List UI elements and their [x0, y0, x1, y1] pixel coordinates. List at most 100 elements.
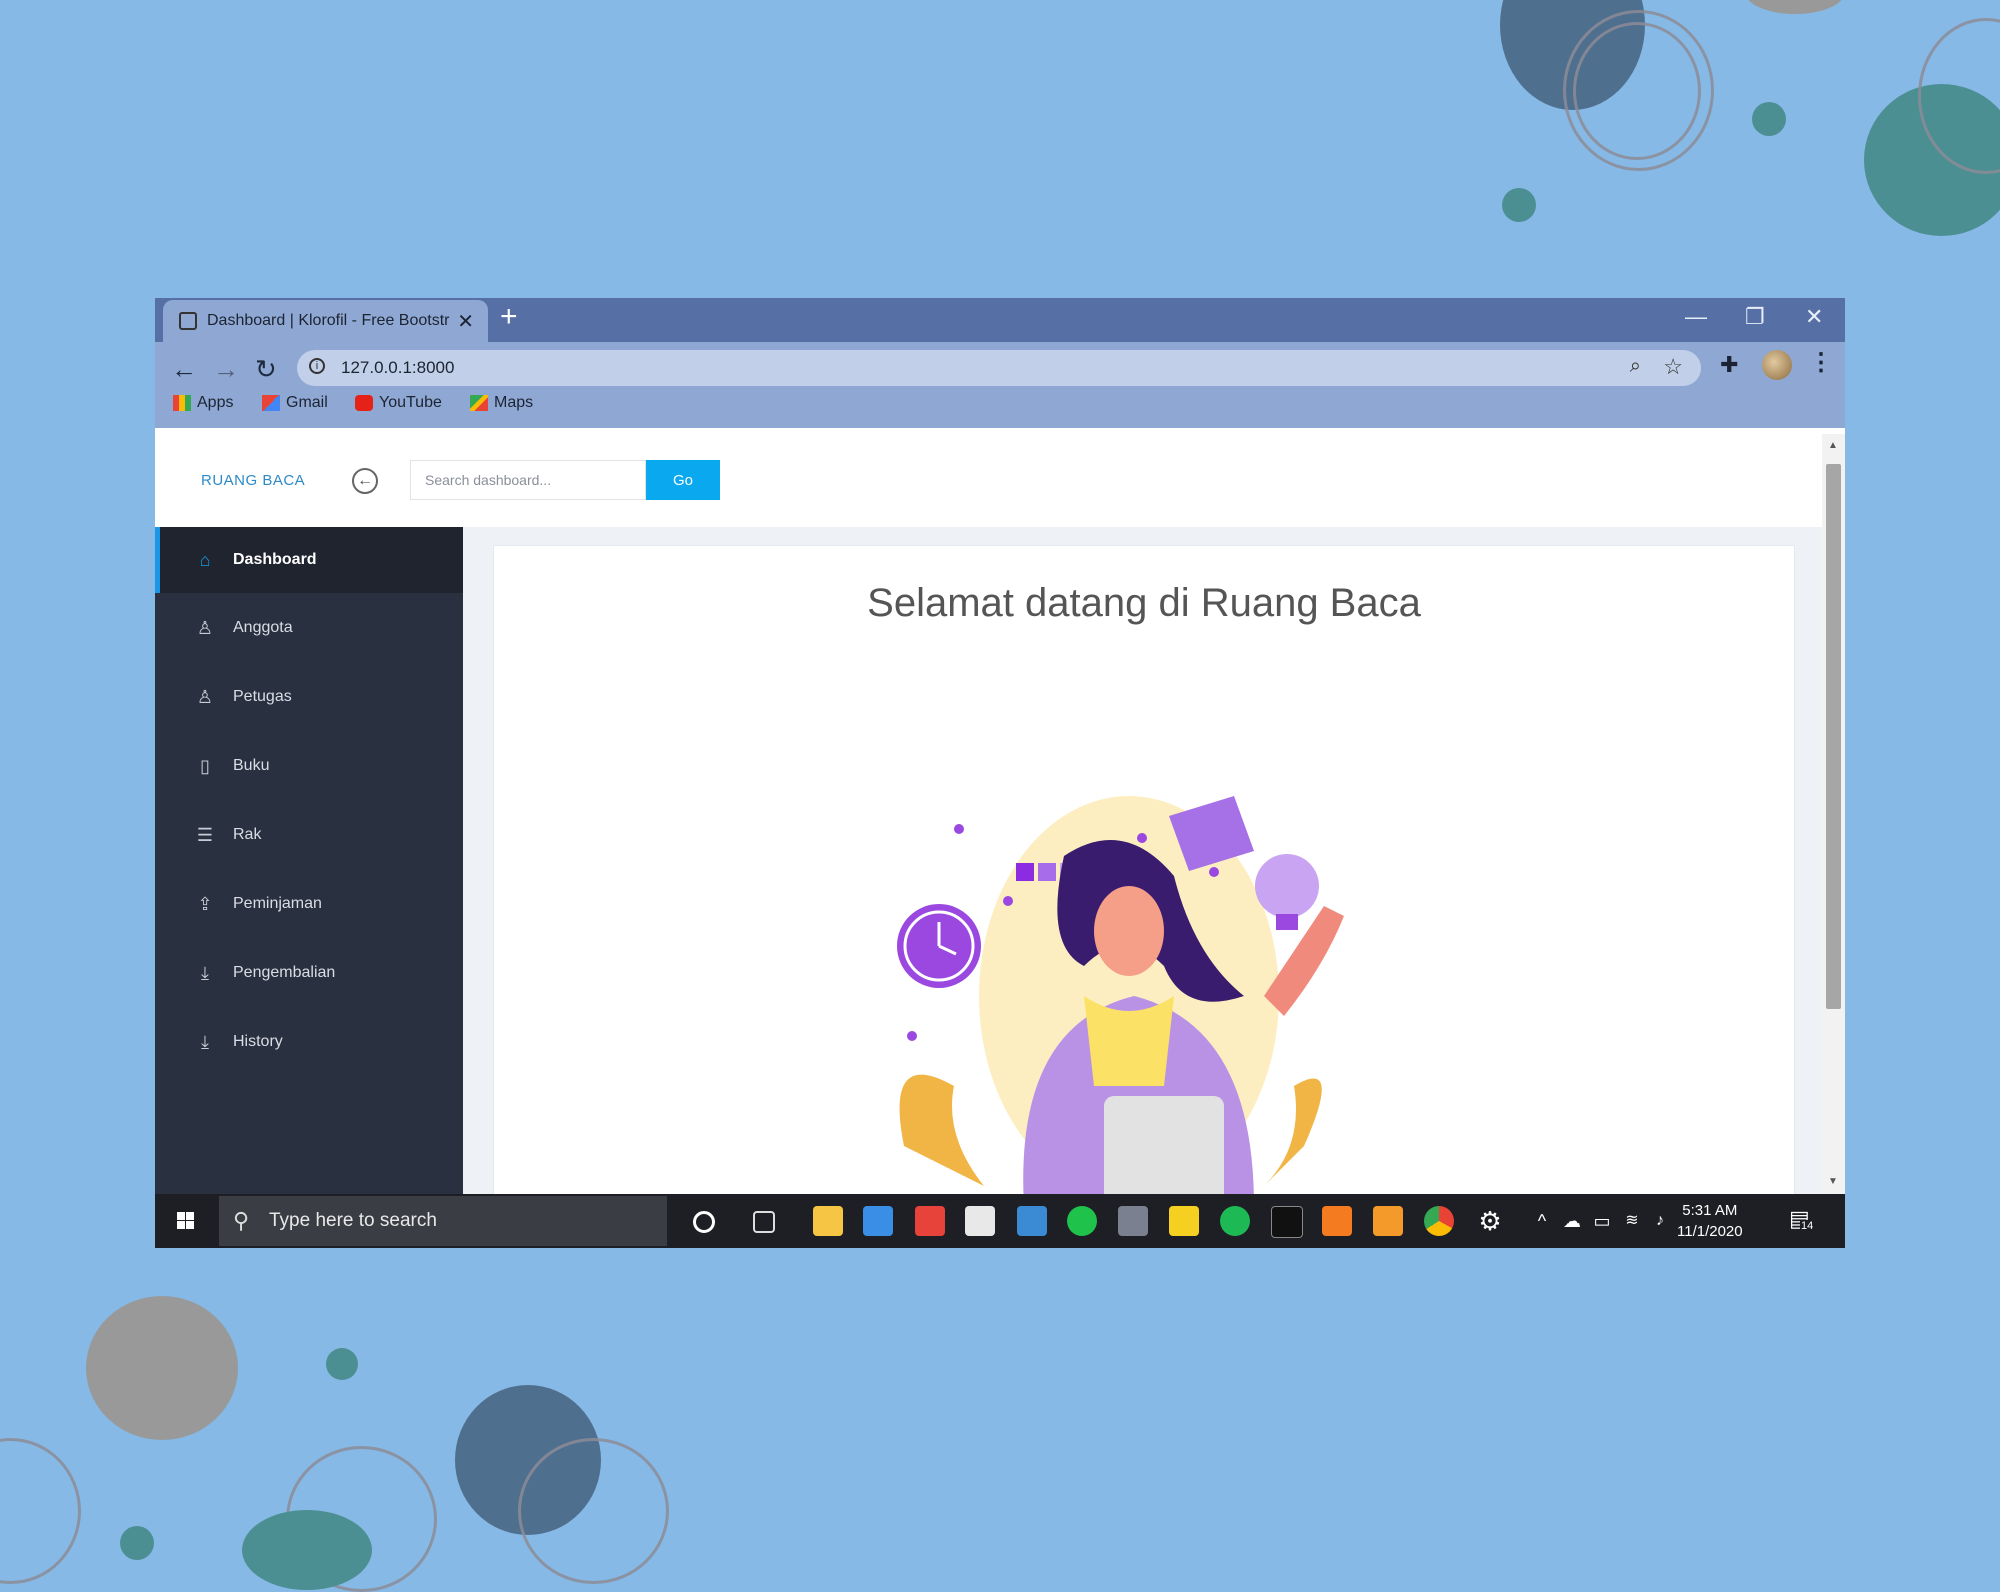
scroll-down-arrow-icon[interactable]: ▼: [1828, 1176, 1838, 1187]
close-tab-icon[interactable]: ✕: [457, 309, 474, 334]
browser-tab[interactable]: Dashboard | Klorofil - Free Bootstr ✕: [163, 300, 488, 342]
windows-start-button[interactable]: [155, 1194, 215, 1248]
scroll-up-arrow-icon[interactable]: ▲: [1828, 440, 1838, 451]
bookmark-gmail[interactable]: Gmail: [262, 394, 328, 412]
sidebar-item-pengembalian[interactable]: ⤓ Pengembalian: [155, 940, 463, 1006]
bookmark-maps[interactable]: Maps: [470, 394, 533, 412]
sidebar-item-label: Anggota: [233, 619, 293, 636]
page-title: Selamat datang di Ruang Baca: [867, 581, 1421, 625]
user-icon: ♙: [196, 618, 214, 638]
sidebar-item-rak[interactable]: ☰ Rak: [155, 802, 463, 868]
address-bar[interactable]: i 127.0.0.1:8000 ⌕ ☆: [297, 350, 1701, 386]
sticky-notes-icon[interactable]: [1169, 1206, 1199, 1236]
decor-circle: [86, 1296, 238, 1440]
spotify-icon[interactable]: [1220, 1206, 1250, 1236]
download-icon: ⤓: [201, 1032, 209, 1052]
toggle-sidebar-arrow-icon[interactable]: ←: [352, 468, 378, 494]
wifi-icon[interactable]: ≋: [1617, 1206, 1647, 1236]
maps-icon: [470, 395, 488, 411]
sidebar-item-label: Peminjaman: [233, 895, 322, 912]
windows-taskbar: ⚲ Type here to search ⚙ ^ ☁ ▭ ≋ ♪ 5:31 A…: [155, 1194, 1845, 1248]
onedrive-cloud-icon[interactable]: ☁: [1557, 1206, 1587, 1236]
download-icon: ⤓: [201, 963, 209, 983]
decor-circle: [1502, 188, 1536, 222]
forward-arrow-icon[interactable]: →: [213, 354, 239, 385]
profile-avatar[interactable]: [1762, 350, 1792, 380]
battery-icon[interactable]: ▭: [1587, 1206, 1617, 1236]
clock-date: 11/1/2020: [1677, 1223, 1743, 1240]
mail-icon[interactable]: [863, 1206, 893, 1236]
system-clock[interactable]: 5:31 AM 11/1/2020: [1677, 1200, 1743, 1242]
go-button[interactable]: Go: [646, 460, 720, 500]
screenshot-window: Dashboard | Klorofil - Free Bootstr ✕ + …: [155, 298, 1845, 1248]
leaf-favicon-icon: [179, 312, 197, 330]
notification-count-badge: 14: [1800, 1220, 1815, 1232]
clock-time: 5:31 AM: [1682, 1202, 1738, 1219]
minimize-icon[interactable]: —: [1685, 304, 1707, 330]
sidebar-item-buku[interactable]: ▯ Buku: [155, 733, 463, 799]
decor-circle: [1745, 0, 1845, 14]
page-scrollbar[interactable]: ▲ ▼: [1822, 434, 1845, 1194]
sidebar-item-dashboard[interactable]: ⌂ Dashboard: [155, 527, 463, 593]
line-icon[interactable]: [1067, 1206, 1097, 1236]
decor-ring: [518, 1438, 669, 1584]
welcome-card: Selamat datang di Ruang Baca: [493, 545, 1795, 1207]
extensions-puzzle-icon[interactable]: ✚: [1720, 352, 1738, 378]
close-window-icon[interactable]: ✕: [1805, 304, 1823, 330]
book-icon: ▯: [200, 756, 210, 776]
sidebar-item-anggota[interactable]: ♙ Anggota: [155, 595, 463, 661]
cortana-icon[interactable]: [693, 1211, 715, 1233]
sublime-text-icon[interactable]: [1373, 1206, 1403, 1236]
tab-title: Dashboard | Klorofil - Free Bootstr: [207, 312, 450, 329]
bookmark-label: YouTube: [379, 394, 442, 411]
new-tab-button[interactable]: +: [500, 300, 518, 334]
brand-logo[interactable]: RUANG BACA: [201, 472, 305, 489]
bookmark-apps[interactable]: Apps: [173, 394, 233, 412]
url-text: 127.0.0.1:8000: [341, 358, 455, 377]
list-icon: ☰: [196, 825, 214, 845]
zoom-icon[interactable]: ⌕: [1630, 355, 1641, 378]
taskbar-search-box[interactable]: ⚲ Type here to search: [219, 1196, 667, 1246]
decor-circle: [1752, 102, 1786, 136]
main-content: Selamat datang di Ruang Baca: [463, 527, 1822, 1207]
camera-icon[interactable]: [1118, 1206, 1148, 1236]
app-viewport: RUANG BACA ← Go ⌂ Dashboard ♙ Anggota ♙ …: [155, 434, 1845, 1207]
top-navbar: RUANG BACA ← Go: [155, 434, 1822, 528]
edge-icon[interactable]: [1017, 1206, 1047, 1236]
store-icon[interactable]: [965, 1206, 995, 1236]
taskbar-search-placeholder: Type here to search: [269, 1210, 437, 1231]
decor-ring: [1573, 22, 1701, 160]
sidebar-item-petugas[interactable]: ♙ Petugas: [155, 664, 463, 730]
sidebar-item-label: Dashboard: [233, 551, 317, 568]
xampp-icon[interactable]: [1322, 1206, 1352, 1236]
decor-circle: [242, 1510, 372, 1590]
decor-circle: [326, 1348, 358, 1380]
search-input[interactable]: [410, 460, 646, 500]
sidebar-item-peminjaman[interactable]: ⇪ Peminjaman: [155, 871, 463, 937]
apps-grid-icon: [173, 395, 191, 411]
info-icon[interactable]: i: [309, 358, 325, 374]
action-center-icon[interactable]: ▤ 14: [1789, 1206, 1815, 1232]
sidebar-item-history[interactable]: ⤓ History: [155, 1009, 463, 1075]
bookmark-label: Apps: [197, 394, 234, 411]
restore-icon[interactable]: ❐: [1745, 304, 1765, 330]
chrome-icon[interactable]: [1424, 1206, 1454, 1236]
back-arrow-icon[interactable]: ←: [171, 354, 197, 385]
reading-woman-illustration: [897, 796, 1344, 1206]
reload-icon[interactable]: ↻: [255, 354, 277, 385]
bookmark-star-icon[interactable]: ☆: [1663, 354, 1683, 380]
task-view-icon[interactable]: [753, 1211, 775, 1233]
bookmark-label: Gmail: [286, 394, 328, 411]
terminal-icon[interactable]: [1271, 1206, 1303, 1238]
file-explorer-icon[interactable]: [813, 1206, 843, 1236]
gmail-icon: [262, 395, 280, 411]
sidebar-item-label: Pengembalian: [233, 964, 336, 981]
scrollbar-thumb[interactable]: [1826, 464, 1841, 1009]
volume-icon[interactable]: ♪: [1645, 1206, 1675, 1236]
settings-gear-icon[interactable]: ⚙: [1475, 1206, 1505, 1236]
browser-toolbar: ← → ↻ i 127.0.0.1:8000 ⌕ ☆ ✚ ⋮ Apps Gmai…: [155, 342, 1845, 428]
bookmark-youtube[interactable]: YouTube: [355, 394, 442, 412]
more-menu-icon[interactable]: ⋮: [1809, 348, 1833, 377]
gift-icon[interactable]: [915, 1206, 945, 1236]
tray-chevron-up-icon[interactable]: ^: [1527, 1206, 1557, 1236]
